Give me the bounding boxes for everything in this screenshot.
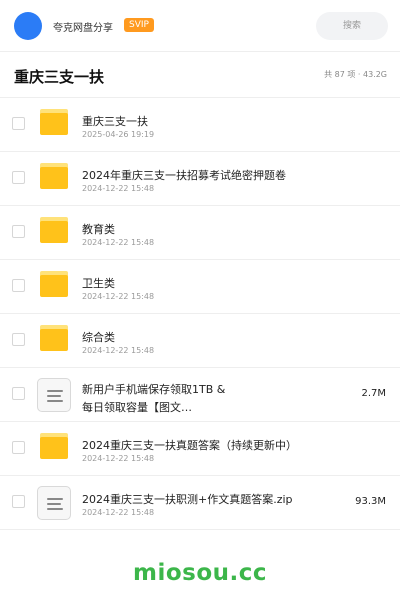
document-icon xyxy=(37,486,71,520)
item-checkbox[interactable] xyxy=(12,171,25,184)
item-checkbox[interactable] xyxy=(12,387,25,400)
folder-icon xyxy=(40,163,68,189)
watermark: miosou.cc xyxy=(132,560,268,586)
header: 夸克网盘分享 SVIP 搜索 xyxy=(0,0,400,52)
list-item[interactable]: 新用户手机端保存领取1TB & 每日领取容量【图文… 2.7M xyxy=(0,368,400,422)
item-date: 2024-12-22 15:48 xyxy=(82,184,155,193)
item-name-line: 每日领取容量【图文… xyxy=(82,401,192,414)
list-item[interactable]: 重庆三支一扶 2025-04-26 19:19 xyxy=(0,98,400,152)
item-checkbox[interactable] xyxy=(12,333,25,346)
svip-badge: SVIP xyxy=(124,18,154,32)
title-bar: 重庆三支一扶 共 87 项 · 43.2G xyxy=(0,52,400,98)
item-date: 2024-12-22 15:48 xyxy=(82,238,155,247)
folder-icon xyxy=(40,325,68,351)
item-size: 93.3M xyxy=(355,496,386,507)
item-name: 教育类 xyxy=(82,223,115,236)
list-item[interactable]: 2024重庆三支一扶真题答案（持续更新中） 2024-12-22 15:48 xyxy=(0,422,400,476)
item-checkbox[interactable] xyxy=(12,117,25,130)
document-icon xyxy=(37,378,71,412)
item-date: 2024-12-22 15:48 xyxy=(82,508,155,517)
item-checkbox[interactable] xyxy=(12,441,25,454)
item-name: 2024重庆三支一扶真题答案（持续更新中） xyxy=(82,439,297,452)
item-name-line: 新用户手机端保存领取1TB & xyxy=(82,383,226,396)
folder-meta: 共 87 项 · 43.2G xyxy=(324,70,387,79)
item-checkbox[interactable] xyxy=(12,225,25,238)
list-item[interactable]: 卫生类 2024-12-22 15:48 xyxy=(0,260,400,314)
folder-icon xyxy=(40,433,68,459)
brand-name: 夸克网盘分享 xyxy=(53,23,113,34)
item-name: 重庆三支一扶 xyxy=(82,115,148,128)
item-date: 2025-04-26 19:19 xyxy=(82,130,155,139)
list-item[interactable]: 教育类 2024-12-22 15:48 xyxy=(0,206,400,260)
item-checkbox[interactable] xyxy=(12,495,25,508)
avatar[interactable] xyxy=(14,12,42,40)
list-item[interactable]: 2024年重庆三支一扶招募考试绝密押题卷 2024-12-22 15:48 xyxy=(0,152,400,206)
item-name: 新用户手机端保存领取1TB & 每日领取容量【图文… xyxy=(82,381,225,417)
item-date: 2024-12-22 15:48 xyxy=(82,346,155,355)
folder-icon xyxy=(40,217,68,243)
item-name: 2024年重庆三支一扶招募考试绝密押题卷 xyxy=(82,169,286,182)
item-date: 2024-12-22 15:48 xyxy=(82,454,155,463)
page-title: 重庆三支一扶 xyxy=(14,68,105,86)
list-item[interactable]: 2024重庆三支一扶职测+作文真题答案.zip 2024-12-22 15:48… xyxy=(0,476,400,530)
item-date: 2024-12-22 15:48 xyxy=(82,292,155,301)
item-name: 卫生类 xyxy=(82,277,115,290)
file-list: 重庆三支一扶 2025-04-26 19:19 2024年重庆三支一扶招募考试绝… xyxy=(0,98,400,530)
list-item[interactable]: 综合类 2024-12-22 15:48 xyxy=(0,314,400,368)
search-input[interactable]: 搜索 xyxy=(316,12,388,40)
folder-icon xyxy=(40,109,68,135)
item-size: 2.7M xyxy=(361,388,386,399)
item-name: 综合类 xyxy=(82,331,115,344)
item-checkbox[interactable] xyxy=(12,279,25,292)
folder-icon xyxy=(40,271,68,297)
item-name: 2024重庆三支一扶职测+作文真题答案.zip xyxy=(82,493,293,506)
